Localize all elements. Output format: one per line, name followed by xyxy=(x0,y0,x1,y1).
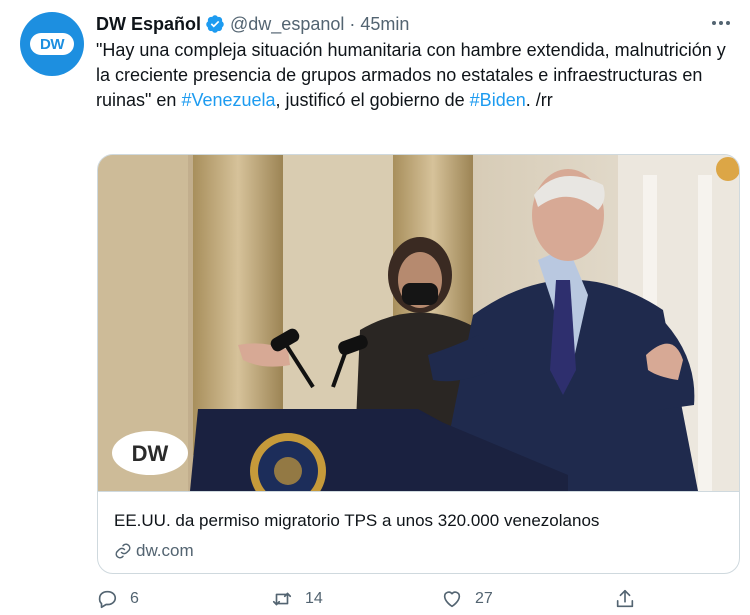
tweet-text-part: , justificó el gobierno de xyxy=(275,90,470,110)
share-button[interactable] xyxy=(614,588,648,610)
card-title[interactable]: EE.UU. da permiso migratorio TPS a unos … xyxy=(114,511,599,531)
press-conference-photo: DW xyxy=(98,155,739,491)
retweet-count: 14 xyxy=(305,590,323,607)
card-domain-text: dw.com xyxy=(136,541,194,560)
link-icon xyxy=(114,542,132,560)
more-icon[interactable] xyxy=(712,16,736,30)
dw-logo: DW xyxy=(30,33,74,55)
retweet-icon xyxy=(271,588,293,610)
card-text[interactable]: EE.UU. da permiso migratorio TPS a unos … xyxy=(98,491,739,573)
card-domain[interactable]: dw.com xyxy=(114,541,194,561)
tweet-header: DW Español @dw_espanol · 45min xyxy=(96,12,409,36)
like-icon xyxy=(441,588,463,610)
retweet-button[interactable]: 14 xyxy=(271,588,323,610)
like-button[interactable]: 27 xyxy=(441,588,493,610)
tweet-text: "Hay una compleja situación humanitaria … xyxy=(96,38,736,113)
share-icon xyxy=(614,588,636,610)
like-count: 27 xyxy=(475,590,493,607)
handle[interactable]: @dw_espanol xyxy=(230,14,344,35)
tweet[interactable]: DW DW Español @dw_espanol · 45min "Hay u… xyxy=(0,0,750,615)
hashtag-biden[interactable]: #Biden xyxy=(470,90,526,110)
dw-watermark: DW xyxy=(132,441,169,466)
link-card[interactable]: DW EE.UU. da permiso migratorio TPS a un… xyxy=(97,154,740,574)
tweet-text-part: . /rr xyxy=(525,90,553,110)
action-bar: 6 14 27 xyxy=(96,588,656,614)
display-name[interactable]: DW Español xyxy=(96,14,201,35)
verified-icon xyxy=(205,14,225,34)
hashtag-venezuela[interactable]: #Venezuela xyxy=(181,90,275,110)
reply-icon xyxy=(96,588,118,610)
avatar[interactable]: DW xyxy=(20,12,84,76)
reply-count: 6 xyxy=(130,590,139,607)
card-image[interactable]: DW xyxy=(98,155,739,491)
separator: · xyxy=(349,13,356,34)
reply-button[interactable]: 6 xyxy=(96,588,139,610)
timestamp[interactable]: 45min xyxy=(360,14,409,35)
